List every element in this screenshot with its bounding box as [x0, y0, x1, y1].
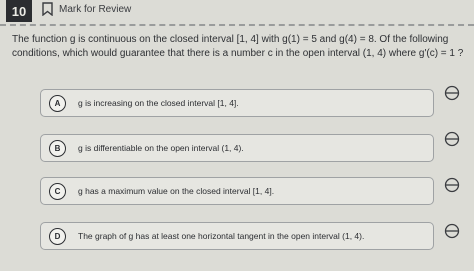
choice-letter-c: C: [49, 182, 66, 200]
choice-text-d: The graph of g has at least one horizont…: [78, 231, 365, 241]
answer-choice-d[interactable]: D The graph of g has at least one horizo…: [40, 222, 434, 250]
eliminate-choice-icon: [444, 85, 460, 101]
question-stem-line: conditions, which would guarantee that t…: [12, 48, 464, 59]
choice-letter-d: D: [49, 227, 66, 245]
eliminate-choice-icon: [444, 131, 460, 147]
question-stem-line: The function g is continuous on the clos…: [12, 34, 449, 45]
eliminate-choice-c-button[interactable]: [443, 176, 461, 194]
choice-letter-b: B: [49, 139, 66, 157]
eliminate-choice-d-button[interactable]: [443, 222, 461, 240]
answer-choice-a[interactable]: A g is increasing on the closed interval…: [40, 89, 434, 117]
eliminate-choice-a-button[interactable]: [443, 84, 461, 102]
mark-for-review-label: Mark for Review: [59, 3, 132, 15]
question-number: 10: [6, 0, 32, 22]
eliminate-choice-icon: [444, 223, 460, 239]
eliminate-choice-b-button[interactable]: [443, 130, 461, 148]
question-stem: The function g is continuous on the clos…: [12, 33, 464, 61]
mark-for-review-button[interactable]: Mark for Review: [42, 2, 131, 16]
bookmark-icon: [42, 2, 53, 16]
choice-letter-a: A: [49, 94, 66, 112]
choice-text-a: g is increasing on the closed interval […: [78, 98, 239, 108]
choice-text-c: g has a maximum value on the closed inte…: [78, 186, 275, 196]
answer-choice-b[interactable]: B g is differentiable on the open interv…: [40, 134, 434, 162]
choice-text-b: g is differentiable on the open interval…: [78, 143, 244, 153]
eliminate-choice-icon: [444, 177, 460, 193]
answer-choice-c[interactable]: C g has a maximum value on the closed in…: [40, 177, 434, 205]
question-header: 10 Mark for Review: [0, 0, 474, 26]
